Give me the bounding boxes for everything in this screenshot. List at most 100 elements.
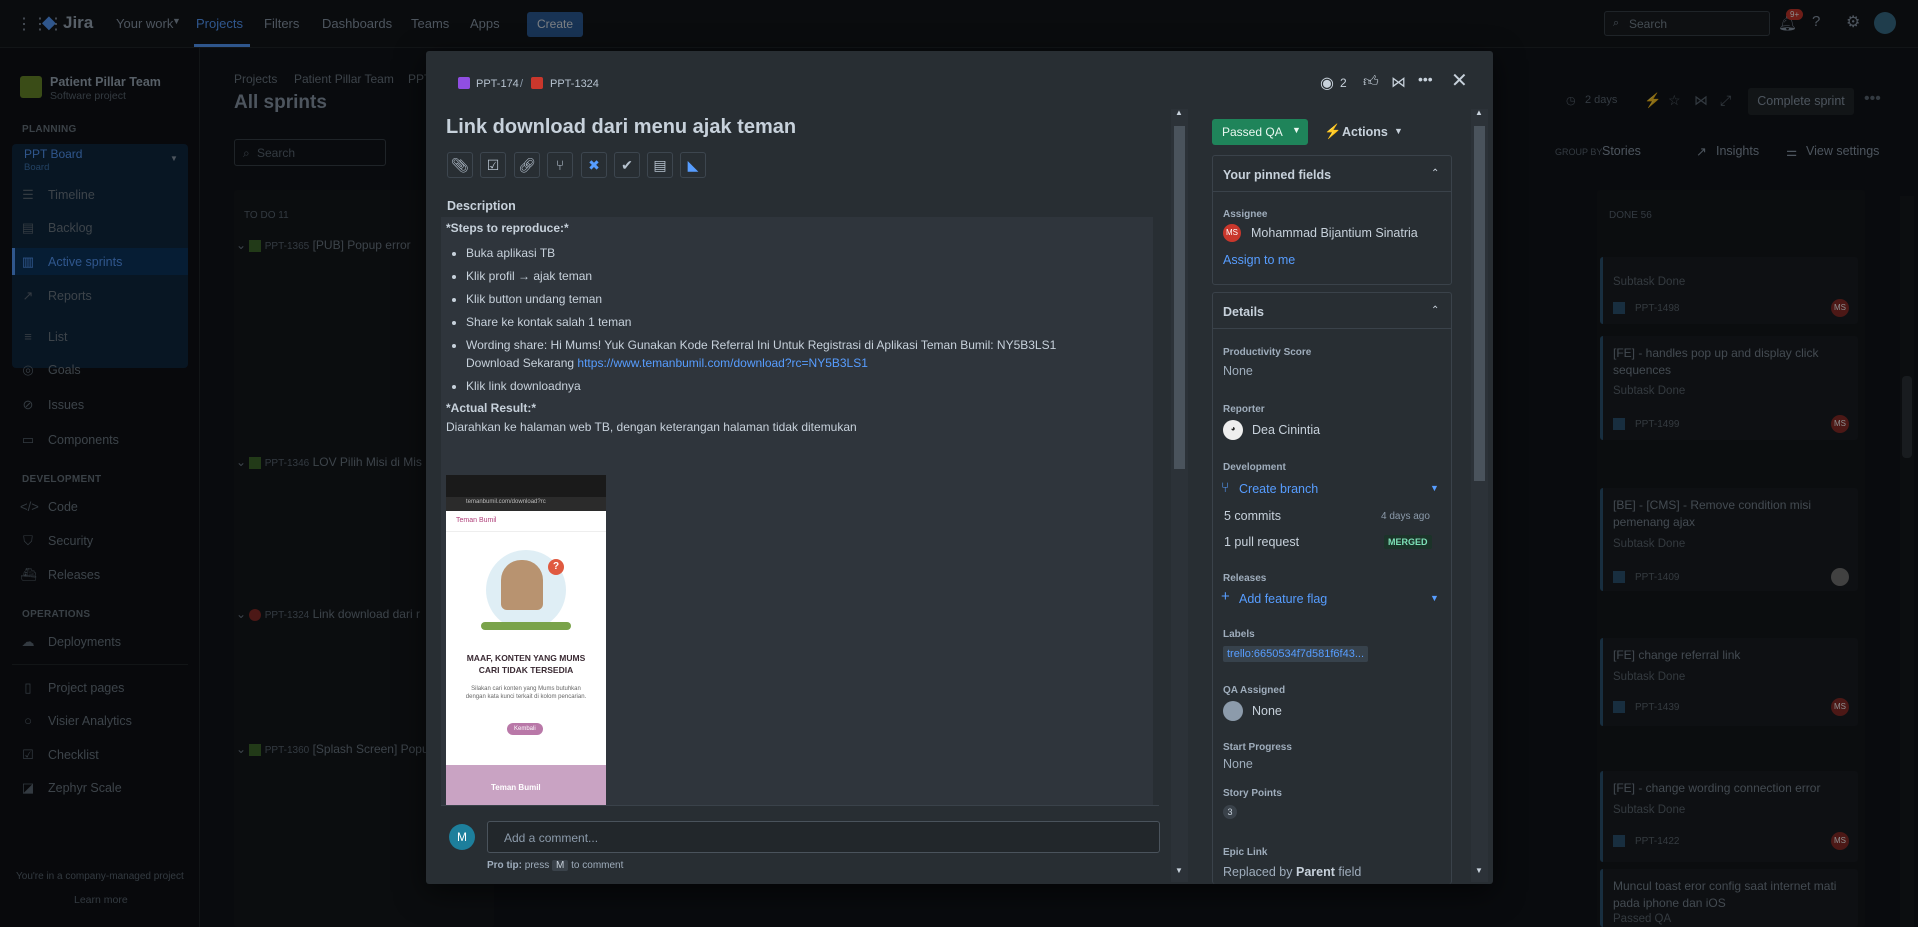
close-icon[interactable]: ✕	[1451, 68, 1468, 93]
chevron-up-icon: ⌃	[1431, 168, 1440, 179]
chevron-down-icon: ▼	[1394, 126, 1403, 136]
merged-badge: MERGED	[1384, 535, 1432, 549]
bug-icon	[531, 77, 543, 89]
development-label: Development	[1223, 462, 1286, 473]
assignee-label: Assignee	[1223, 209, 1268, 220]
more-actions-icon[interactable]: •••	[1418, 71, 1433, 87]
epic-link-text: Replaced by	[1223, 865, 1293, 879]
issue-detail-modal: PPT-174 / PPT-1324 ◉ 2 👍︎ ⋈ ••• ✕ Link d…	[426, 51, 1493, 884]
phone-status-bar	[446, 475, 606, 497]
assignee-value[interactable]: Mohammad Bijantium Sinatria	[1251, 226, 1418, 240]
productivity-score-label: Productivity Score	[1223, 347, 1312, 358]
zephyr-app-icon[interactable]: ✖	[581, 152, 607, 178]
productivity-score-value[interactable]: None	[1223, 364, 1253, 378]
screenshot-heading: MAAF, KONTEN YANG MUMS CARI TIDAK TERSED…	[466, 653, 586, 675]
screenshot-button: Kembali	[507, 723, 543, 735]
chevron-down-icon[interactable]: ▼	[1430, 593, 1439, 603]
actual-result-heading: *Actual Result:*	[446, 401, 537, 415]
actions-label: Actions	[1342, 125, 1388, 139]
details-header[interactable]: Details ⌃	[1213, 293, 1451, 329]
divider	[441, 805, 1159, 806]
scroll-up-icon[interactable]: ▲	[1475, 108, 1483, 117]
assign-to-me-link[interactable]: Assign to me	[1223, 253, 1295, 267]
epic-link-label: Epic Link	[1223, 847, 1268, 858]
list-item: Buka aplikasi TB	[466, 244, 1148, 262]
plus-icon: +	[1221, 588, 1230, 605]
parent-issue-link[interactable]: PPT-174	[476, 78, 519, 90]
label-tag[interactable]: trello:6650534f7d581f6f43...	[1223, 646, 1369, 662]
add-feature-flag-link[interactable]: Add feature flag	[1239, 592, 1327, 606]
screenshot-attachment[interactable]: temanbumil.com/download?rc Teman Bumil ?…	[446, 475, 606, 805]
qa-assigned-value[interactable]: None	[1252, 704, 1282, 718]
lightning-icon: ⚡	[1324, 123, 1342, 139]
scroll-down-icon[interactable]: ▼	[1475, 866, 1483, 875]
screenshot-body: Silakan cari konten yang Mums butuhkan d…	[465, 686, 587, 700]
list-item: Share ke kontak salah 1 teman	[466, 313, 1148, 331]
share-icon[interactable]: ⋈	[1391, 73, 1406, 91]
scroll-up-icon[interactable]: ▲	[1175, 108, 1183, 117]
pro-tip: Pro tip: press M to comment	[487, 860, 623, 871]
list-item: Klik link downloadnya	[466, 377, 1148, 395]
pinned-fields-title: Your pinned fields	[1223, 168, 1332, 182]
chevron-down-icon[interactable]: ▼	[1430, 483, 1439, 493]
add-subtask-icon[interactable]: ☑	[480, 152, 506, 178]
epic-link-parent: Parent	[1295, 865, 1335, 879]
phone-url-bar: temanbumil.com/download?rc	[446, 497, 606, 511]
list-item: Klik profil → ajak teman	[466, 267, 1148, 285]
story-points-badge[interactable]: 3	[1223, 805, 1237, 819]
start-progress-value[interactable]: None	[1223, 757, 1253, 771]
app-icon[interactable]: ◣	[680, 152, 706, 178]
actions-button[interactable]: ⚡ Actions ▼	[1320, 119, 1410, 145]
scroll-down-icon[interactable]: ▼	[1175, 866, 1183, 875]
actual-result-text: Diarahkan ke halaman web TB, dengan kete…	[446, 420, 857, 434]
reporter-label: Reporter	[1223, 404, 1265, 415]
reporter-avatar: ◕	[1223, 420, 1243, 440]
start-progress-label: Start Progress	[1223, 742, 1292, 753]
comment-avatar: M	[449, 824, 475, 850]
status-button[interactable]: Passed QA ▼	[1212, 119, 1308, 145]
watcher-count: 2	[1340, 76, 1347, 90]
screenshot-footer-brand: Teman Bumil	[491, 783, 541, 792]
description-body[interactable]: *Steps to reproduce:* Buka aplikasi TB K…	[441, 217, 1153, 805]
attach-icon[interactable]: 📎︎	[447, 152, 473, 178]
pinned-fields-header[interactable]: Your pinned fields ⌃	[1213, 156, 1451, 192]
pro-tip-label: Pro tip:	[487, 860, 522, 871]
branch-icon: ⑂	[1221, 479, 1230, 495]
commits-time: 4 days ago	[1381, 511, 1430, 522]
left-pane-scrollbar-thumb[interactable]	[1174, 126, 1185, 469]
checklist-app-icon[interactable]: ✔	[614, 152, 640, 178]
thumbs-up-icon[interactable]: 👍︎	[1363, 73, 1379, 91]
description-label: Description	[447, 199, 516, 213]
pull-request-link[interactable]: 1 pull request	[1224, 535, 1299, 549]
screenshot-url: temanbumil.com/download?rc	[466, 499, 546, 505]
status-label: Passed QA	[1222, 125, 1283, 139]
reporter-value[interactable]: Dea Cinintia	[1252, 423, 1320, 437]
story-points-label: Story Points	[1223, 788, 1282, 799]
labels-label: Labels	[1223, 629, 1255, 640]
link-issue-icon[interactable]: 🔗︎	[514, 152, 540, 178]
download-text: Download Sekarang	[466, 356, 575, 370]
chevron-down-icon: ▼	[1292, 125, 1301, 135]
commits-link[interactable]: 5 commits	[1224, 509, 1281, 523]
details-title: Details	[1223, 305, 1264, 319]
download-link[interactable]: https://www.temanbumil.com/download?rc=N…	[577, 356, 867, 370]
comment-input[interactable]: Add a comment...	[487, 821, 1160, 853]
pro-tip-press: press	[524, 860, 550, 871]
create-branch-link[interactable]: Create branch	[1239, 482, 1318, 496]
comment-placeholder: Add a comment...	[504, 831, 599, 845]
qa-assigned-label: QA Assigned	[1223, 685, 1286, 696]
epic-link-field: field	[1338, 865, 1362, 879]
issue-title[interactable]: Link download dari menu ajak teman	[446, 116, 796, 139]
epic-icon	[458, 77, 470, 89]
chevron-up-icon: ⌃	[1431, 305, 1440, 316]
eye-watch-icon[interactable]: ◉	[1320, 73, 1334, 93]
illustration	[481, 622, 571, 630]
branch-icon[interactable]: ⑂	[547, 152, 573, 178]
releases-label: Releases	[1223, 573, 1267, 584]
right-pane-scrollbar-thumb[interactable]	[1474, 126, 1485, 481]
illustration	[501, 560, 543, 610]
epic-link-value: Replaced by Parent field	[1223, 865, 1361, 879]
issue-key-link[interactable]: PPT-1324	[550, 78, 599, 90]
keyboard-shortcut: M	[552, 860, 569, 871]
form-app-icon[interactable]: ▤	[647, 152, 673, 178]
